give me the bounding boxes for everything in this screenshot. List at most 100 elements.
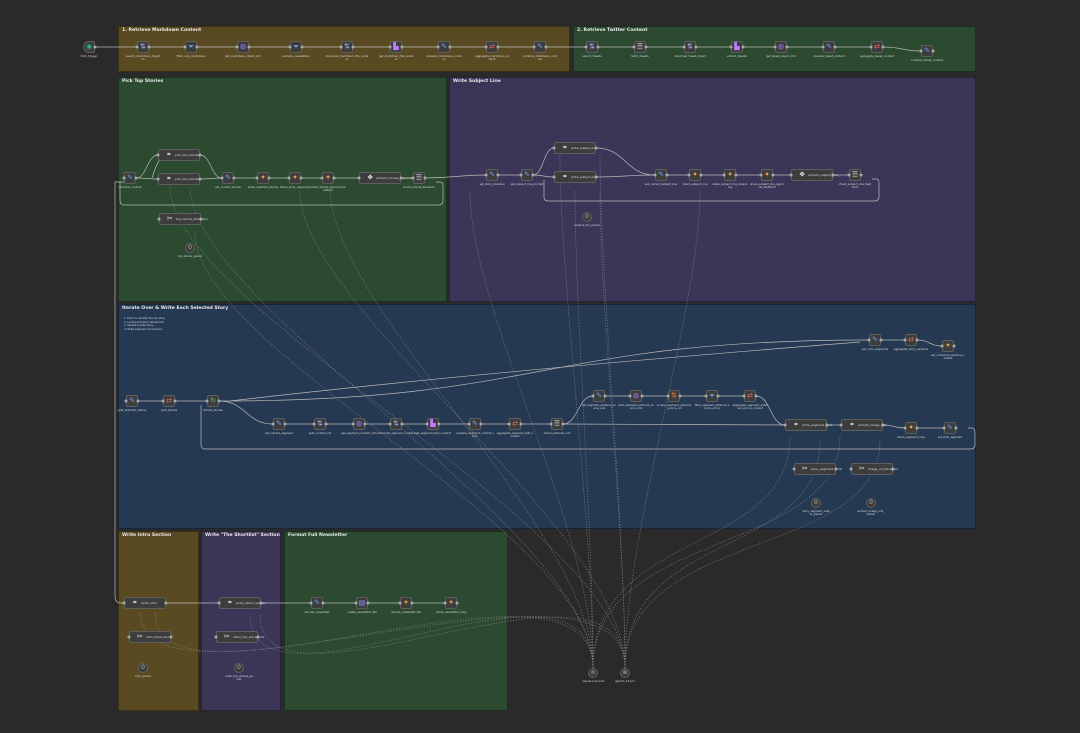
port-out[interactable] — [437, 422, 441, 426]
port-out[interactable] — [247, 45, 251, 49]
port-out[interactable] — [496, 45, 500, 49]
workflow-canvas[interactable]: 1. Retrieve Markdown Content 2. Retrieve … — [0, 0, 1080, 733]
port-in[interactable] — [591, 394, 595, 398]
port-in[interactable] — [357, 176, 361, 180]
port-in[interactable] — [351, 422, 355, 426]
port-in[interactable] — [156, 153, 160, 157]
port-in[interactable] — [320, 176, 324, 180]
port-in[interactable] — [704, 394, 708, 398]
port-out[interactable] — [198, 177, 202, 181]
port-out[interactable] — [594, 175, 598, 179]
node-intro-parser[interactable]: ⟨⟩ — [138, 663, 148, 673]
port-out[interactable] — [400, 45, 404, 49]
port-in[interactable] — [584, 45, 588, 49]
port-in[interactable] — [869, 45, 873, 49]
port-out[interactable] — [400, 422, 404, 426]
node-extract-image-urls[interactable]: ⚭ extract_image_urls — [841, 419, 887, 431]
node-intro-think-tool[interactable]: ✂ intro_think_tool — [129, 631, 171, 643]
port-out[interactable] — [267, 176, 271, 180]
port-out[interactable] — [351, 45, 355, 49]
port-out[interactable] — [147, 45, 151, 49]
port-in[interactable] — [124, 399, 128, 403]
port-in[interactable] — [288, 45, 292, 49]
port-out[interactable] — [952, 344, 956, 348]
port-in[interactable] — [214, 635, 218, 639]
port-out[interactable] — [299, 176, 303, 180]
port-in[interactable] — [742, 394, 746, 398]
port-out[interactable] — [544, 45, 548, 49]
port-in[interactable] — [161, 399, 165, 403]
port-out[interactable] — [321, 601, 325, 605]
port-in[interactable] — [903, 426, 907, 430]
port-out[interactable] — [300, 45, 304, 49]
port-out[interactable] — [833, 45, 837, 49]
port-out[interactable] — [879, 338, 883, 342]
port-out[interactable] — [410, 601, 414, 605]
node-write-subject-line[interactable]: ⚭ write_subject_line — [554, 142, 598, 154]
port-out[interactable] — [363, 422, 367, 426]
port-in[interactable] — [552, 146, 556, 150]
port-in[interactable] — [532, 45, 536, 49]
node-claude-4-sonnet[interactable]: ⍝ — [588, 668, 598, 678]
port-in[interactable] — [821, 45, 825, 49]
node-write-subject-line[interactable]: ⚭ write_subject_line — [554, 171, 598, 183]
port-out[interactable] — [825, 423, 829, 427]
port-in[interactable] — [759, 173, 763, 177]
port-out[interactable] — [754, 394, 758, 398]
port-out[interactable] — [479, 422, 483, 426]
port-out[interactable] — [834, 467, 838, 471]
port-in[interactable] — [122, 601, 126, 605]
group-g4[interactable]: Write Subject Line — [449, 77, 976, 302]
port-out[interactable] — [831, 173, 835, 177]
port-in[interactable] — [839, 423, 843, 427]
node-write-intro[interactable]: ⚭ write_intro — [124, 597, 166, 609]
port-in[interactable] — [773, 45, 777, 49]
port-in[interactable] — [156, 177, 160, 181]
port-in[interactable] — [484, 45, 488, 49]
port-out[interactable] — [741, 45, 745, 49]
port-in[interactable] — [425, 422, 429, 426]
node-pick-top-stories[interactable]: ⚭ pick_top_stories — [158, 173, 200, 185]
port-in[interactable] — [552, 175, 556, 179]
node-extract-stories-approval[interactable]: ❖ extract_stories_approval — [359, 172, 413, 184]
port-out[interactable] — [198, 153, 202, 157]
port-in[interactable] — [467, 422, 471, 426]
group-g8[interactable]: Format Full Newsletter — [284, 531, 508, 711]
port-in[interactable] — [849, 467, 853, 471]
port-in[interactable] — [205, 399, 209, 403]
port-in[interactable] — [722, 173, 726, 177]
port-out[interactable] — [891, 467, 895, 471]
port-in[interactable] — [217, 601, 221, 605]
node-extract-subject-line-[interactable]: ❖ extract_subject_line_ — [791, 169, 839, 181]
port-in[interactable] — [653, 173, 657, 177]
port-out[interactable] — [771, 173, 775, 177]
port-in[interactable] — [271, 422, 275, 426]
port-in[interactable] — [519, 173, 523, 177]
node-story-segment-outp[interactable]: ⟨⟩ — [811, 498, 821, 508]
port-out[interactable] — [644, 45, 648, 49]
port-out[interactable] — [256, 635, 260, 639]
port-out[interactable] — [678, 394, 682, 398]
port-in[interactable] — [867, 338, 871, 342]
port-out[interactable] — [665, 173, 669, 177]
port-out[interactable] — [93, 45, 97, 49]
port-out[interactable] — [734, 173, 738, 177]
port-in[interactable] — [687, 173, 691, 177]
port-in[interactable] — [183, 45, 187, 49]
port-in[interactable] — [549, 422, 553, 426]
port-out[interactable] — [596, 45, 600, 49]
port-in[interactable] — [122, 176, 126, 180]
port-out[interactable] — [915, 338, 919, 342]
port-in[interactable] — [354, 601, 358, 605]
port-out[interactable] — [324, 422, 328, 426]
port-out[interactable] — [259, 601, 263, 605]
port-in[interactable] — [135, 45, 139, 49]
port-out[interactable] — [195, 45, 199, 49]
port-in[interactable] — [255, 176, 259, 180]
port-in[interactable] — [287, 176, 291, 180]
group-g7[interactable]: Write "The Shortlist" Section — [201, 531, 281, 711]
port-in[interactable] — [940, 344, 944, 348]
port-in[interactable] — [682, 45, 686, 49]
port-out[interactable] — [423, 176, 427, 180]
port-in[interactable] — [388, 45, 392, 49]
